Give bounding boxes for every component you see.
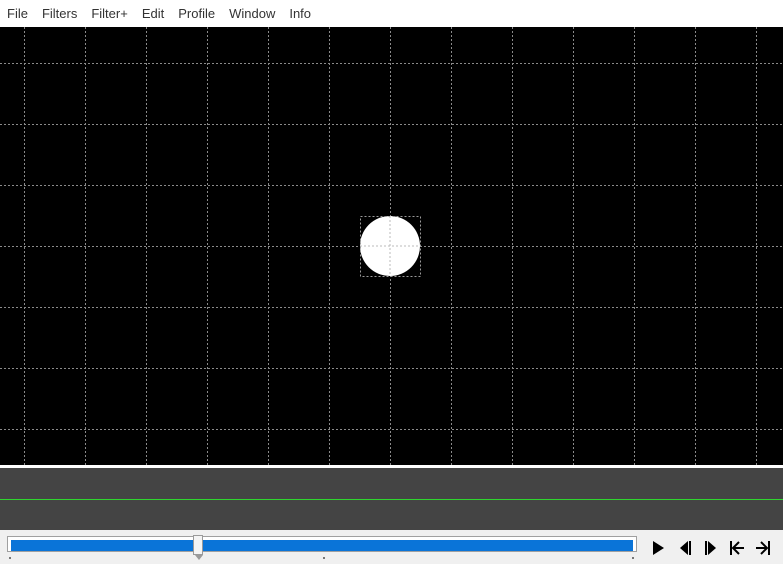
- selected-object[interactable]: [360, 216, 421, 277]
- step-back-button[interactable]: [673, 537, 697, 559]
- scrubber-fill: [11, 540, 633, 551]
- scrubber-tick: [632, 557, 634, 559]
- menu-edit[interactable]: Edit: [135, 0, 171, 27]
- grid-overlay: [0, 27, 783, 465]
- menu-filter-plus[interactable]: Filter+: [84, 0, 134, 27]
- menu-window[interactable]: Window: [222, 0, 282, 27]
- play-button[interactable]: [646, 537, 670, 559]
- timeline-track[interactable]: [0, 468, 783, 530]
- menu-bar: File Filters Filter+ Edit Profile Window…: [0, 0, 783, 27]
- step-back-icon: [680, 541, 691, 555]
- go-to-end-icon: [756, 541, 770, 555]
- scrubber-tick: [323, 557, 325, 559]
- go-to-start-icon: [730, 541, 744, 555]
- preview-canvas[interactable]: [0, 27, 783, 465]
- step-forward-icon: [705, 541, 716, 555]
- transport-bar: [0, 530, 783, 564]
- menu-info[interactable]: Info: [282, 0, 318, 27]
- scrubber-handle[interactable]: [193, 535, 203, 560]
- timeline-curve-line: [0, 499, 783, 500]
- menu-profile[interactable]: Profile: [171, 0, 222, 27]
- go-to-end-button[interactable]: [751, 537, 775, 559]
- timeline-scrubber[interactable]: [7, 535, 637, 560]
- scrubber-tick: [9, 557, 11, 559]
- menu-filters[interactable]: Filters: [35, 0, 84, 27]
- step-forward-button[interactable]: [699, 537, 723, 559]
- go-to-start-button[interactable]: [725, 537, 749, 559]
- app-window: File Filters Filter+ Edit Profile Window…: [0, 0, 783, 564]
- play-icon: [653, 541, 664, 555]
- menu-file[interactable]: File: [0, 0, 35, 27]
